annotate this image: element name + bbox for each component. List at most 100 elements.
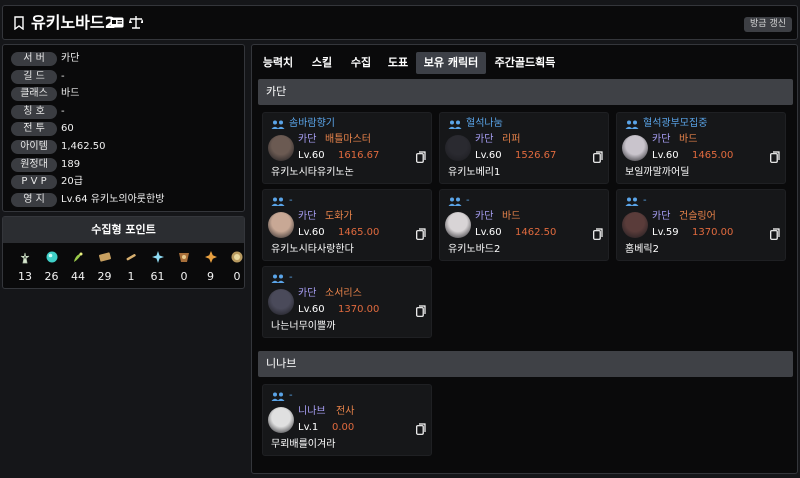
- character-server: 카단: [652, 134, 671, 145]
- character-card[interactable]: - 카단 소서리스 Lv.60 1370.00 나는너무이쁠까: [262, 266, 432, 338]
- scale-icon[interactable]: [129, 15, 143, 29]
- character-item-level: 0.00: [332, 422, 355, 433]
- mokoko-seed-icon: [20, 252, 30, 264]
- copy-icon[interactable]: [416, 151, 426, 163]
- character-server: 카단: [475, 134, 494, 145]
- guild-name: 혈석광부모집중: [643, 118, 708, 129]
- ignea-token-icon: [126, 253, 136, 261]
- copy-icon[interactable]: [770, 228, 780, 240]
- collection-count: 61: [150, 270, 165, 283]
- guild-name: -: [289, 390, 293, 401]
- copy-icon[interactable]: [416, 228, 426, 240]
- collection-count: 9: [207, 270, 214, 283]
- character-class: 도화가: [325, 211, 353, 222]
- collection-count: 44: [71, 270, 85, 283]
- character-avatar: [622, 135, 648, 161]
- tab-5[interactable]: 주간골드획득: [489, 52, 561, 74]
- character-card[interactable]: - 니나브 전사 Lv.1 0.00 무뢰배를이겨라: [262, 384, 432, 456]
- id-card-icon[interactable]: [110, 17, 124, 28]
- character-item-level: 1370.00: [692, 227, 734, 238]
- character-server: 카단: [298, 134, 317, 145]
- tab-0[interactable]: 능력치: [258, 52, 298, 74]
- world-tree-leaf-icon: [151, 251, 164, 263]
- info-value: -: [61, 70, 65, 82]
- collection-count: 1: [127, 270, 135, 283]
- guild-members-icon: [448, 120, 462, 129]
- bookmark-icon[interactable]: [13, 16, 25, 30]
- character-avatar: [268, 212, 294, 238]
- character-card[interactable]: 솜바람향기 카단 배틀마스터 Lv.60 1616.67 유키노시타유키노논: [262, 112, 432, 184]
- character-level: Lv.60: [298, 150, 325, 161]
- character-name: 나는너무이쁠까: [271, 321, 336, 332]
- character-card[interactable]: 혈석나눔 카단 리퍼 Lv.60 1526.67 유키노베리1: [439, 112, 609, 184]
- tab-3[interactable]: 도표: [382, 52, 414, 74]
- orpheus-star-icon: [231, 251, 243, 263]
- character-name: 보일까말까어딜: [625, 167, 690, 178]
- character-class: 전사: [336, 406, 355, 417]
- character-name: 유키노시타유키노논: [271, 167, 354, 178]
- character-server: 카단: [475, 211, 494, 222]
- character-server: 니나브: [298, 406, 326, 417]
- tab-4[interactable]: 보유 캐릭터: [416, 52, 486, 74]
- guild-members-icon: [271, 120, 285, 129]
- character-item-level: 1465.00: [338, 227, 380, 238]
- character-avatar: [445, 212, 471, 238]
- info-label: 서 버: [11, 52, 57, 66]
- guild-members-icon: [271, 197, 285, 206]
- info-value: Lv.64 유키노의아룻한방: [61, 193, 165, 205]
- guild-members-icon: [448, 197, 462, 206]
- character-avatar: [268, 135, 294, 161]
- copy-icon[interactable]: [416, 305, 426, 317]
- copy-icon[interactable]: [593, 228, 603, 240]
- collection-points-panel: 수집형 포인트 13 26 44 29 1 61 0 9 0: [2, 216, 245, 289]
- character-card[interactable]: - 카단 도화가 Lv.60 1465.00 유키노시타사랑한다: [262, 189, 432, 261]
- star-icon: [204, 251, 217, 263]
- art-icon: [98, 252, 111, 262]
- character-item-level: 1526.67: [515, 150, 557, 161]
- guild-name: 혈석나눔: [466, 118, 503, 129]
- collection-count: 29: [97, 270, 112, 283]
- refresh-button[interactable]: 방금 갱신: [744, 17, 792, 32]
- character-server: 카단: [298, 288, 317, 299]
- giants-heart-icon: [74, 252, 83, 262]
- info-value: 189: [61, 158, 81, 170]
- info-value: 20급: [61, 176, 83, 188]
- character-item-level: 1462.50: [515, 227, 557, 238]
- character-card[interactable]: - 카단 바드 Lv.60 1462.50 유키노바드2: [439, 189, 609, 261]
- character-level: Lv.59: [652, 227, 679, 238]
- copy-icon[interactable]: [770, 151, 780, 163]
- character-name: 유키노시타사랑한다: [271, 244, 354, 255]
- info-label: 영 지: [11, 192, 57, 207]
- guild-name: -: [643, 195, 647, 206]
- character-name: 무뢰배를이겨라: [271, 439, 336, 450]
- collection-points-title: 수집형 포인트: [3, 217, 244, 243]
- character-class: 배틀마스터: [325, 134, 371, 145]
- character-level: Lv.1: [298, 422, 319, 433]
- copy-icon[interactable]: [593, 151, 603, 163]
- tab-2[interactable]: 수집: [345, 52, 377, 74]
- info-value: 카단: [61, 53, 80, 64]
- character-name: 홈베릭2: [625, 244, 659, 255]
- collection-count: 13: [18, 270, 32, 283]
- copy-icon[interactable]: [416, 423, 426, 435]
- character-level: Lv.60: [475, 150, 502, 161]
- guild-name: -: [289, 272, 293, 283]
- tab-1[interactable]: 스킬: [304, 52, 340, 74]
- collection-count: 0: [233, 270, 241, 283]
- character-avatar: [268, 407, 294, 433]
- character-avatar: [268, 289, 294, 315]
- character-avatar: [622, 212, 648, 238]
- character-card[interactable]: - 카단 건슬링어 Lv.59 1370.00 홈베릭2: [616, 189, 786, 261]
- info-label: 길 드: [11, 69, 57, 84]
- character-card[interactable]: 혈석광부모집중 카단 바드 Lv.60 1465.00 보일까말까어딜: [616, 112, 786, 184]
- character-class: 소서리스: [325, 288, 362, 299]
- character-level: Lv.60: [298, 227, 325, 238]
- sea-bounty-icon: [179, 253, 189, 262]
- guild-members-icon: [271, 392, 285, 401]
- character-avatar: [445, 135, 471, 161]
- character-level: Lv.60: [298, 304, 325, 315]
- guild-name: -: [466, 195, 470, 206]
- collection-count: 26: [44, 270, 59, 283]
- info-label: 원정대: [11, 157, 57, 172]
- character-item-level: 1370.00: [338, 304, 380, 315]
